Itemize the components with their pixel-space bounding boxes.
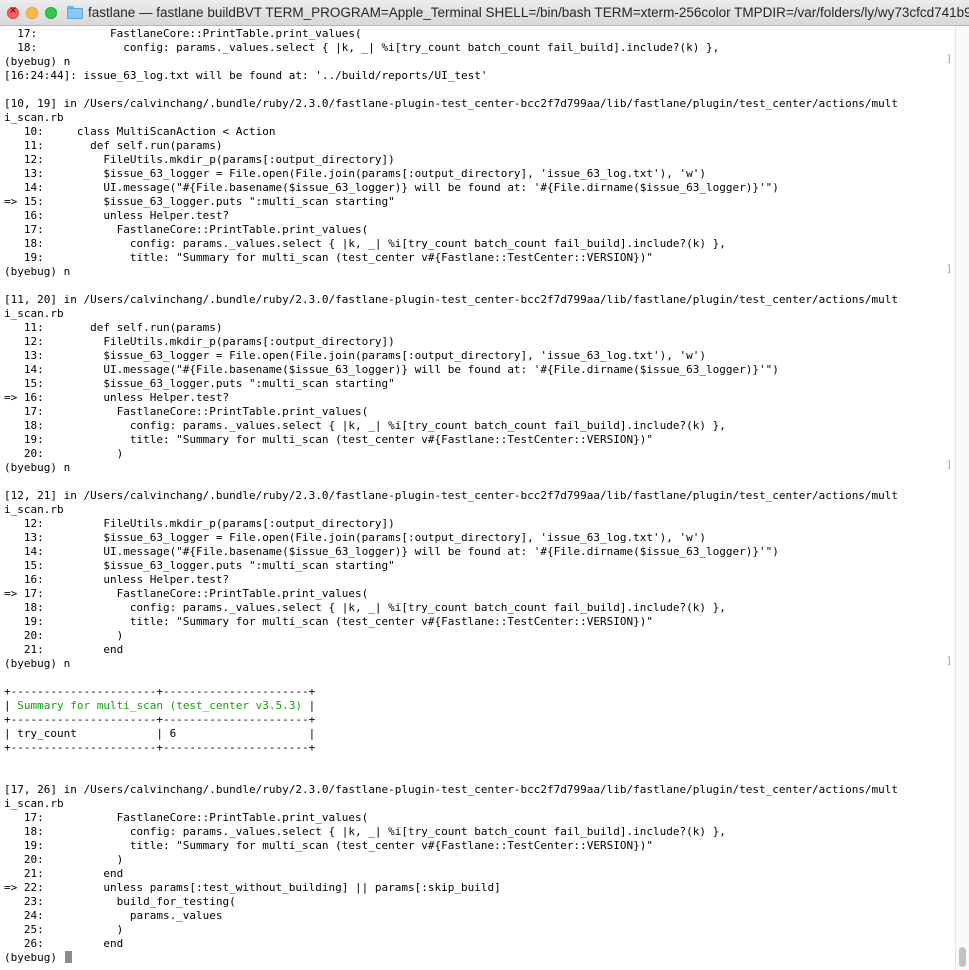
terminal-line: => 16: unless Helper.test? [4, 391, 230, 404]
terminal-line: => 17: FastlaneCore::PrintTable.print_va… [4, 587, 369, 600]
terminal-line: 19: title: "Summary for multi_scan (test… [4, 251, 654, 264]
scroll-mark-icon: ] [946, 656, 953, 667]
terminal-line: 17: FastlaneCore::PrintTable.print_value… [4, 27, 362, 40]
scroll-mark-icon: ] [946, 54, 953, 65]
terminal-line: => 22: unless params[:test_without_build… [4, 881, 501, 894]
terminal-line: 25: ) [4, 923, 124, 936]
terminal-line: 13: $issue_63_logger = File.open(File.jo… [4, 531, 706, 544]
terminal-line: 19: title: "Summary for multi_scan (test… [4, 615, 654, 628]
terminal-line: 13: $issue_63_logger = File.open(File.jo… [4, 167, 706, 180]
terminal-line: 16: unless Helper.test? [4, 209, 230, 222]
terminal-line: 12: FileUtils.mkdir_p(params[:output_dir… [4, 517, 395, 530]
terminal-line: 18: config: params._values.select { |k, … [4, 237, 726, 250]
terminal-line: 19: title: "Summary for multi_scan (test… [4, 839, 654, 852]
terminal-line: i_scan.rb [4, 111, 64, 124]
summary-title: Summary for multi_scan (test_center v3.5… [17, 699, 303, 712]
terminal-line: 11: def self.run(params) [4, 321, 223, 334]
terminal-line: [16:24:44]: issue_63_log.txt will be fou… [4, 69, 488, 82]
terminal-window: fastlane — fastlane buildBVT TERM_PROGRA… [0, 0, 969, 970]
terminal-line: i_scan.rb [4, 503, 64, 516]
terminal-line: (byebug) n [4, 265, 71, 278]
terminal-line: 26: end [4, 937, 124, 950]
terminal-line: 16: unless Helper.test? [4, 573, 230, 586]
terminal-line: 18: config: params._values.select { |k, … [4, 419, 726, 432]
terminal-line: +----------------------+----------------… [4, 741, 316, 754]
terminal-line: 10: class MultiScanAction < Action [4, 125, 276, 138]
terminal-line: 18: config: params._values.select { |k, … [4, 601, 726, 614]
terminal-line: i_scan.rb [4, 797, 64, 810]
terminal-line: 12: FileUtils.mkdir_p(params[:output_dir… [4, 335, 395, 348]
terminal-line: [11, 20] in /Users/calvinchang/.bundle/r… [4, 293, 899, 306]
terminal-line: 17: FastlaneCore::PrintTable.print_value… [4, 811, 369, 824]
terminal-line: (byebug) n [4, 55, 71, 68]
terminal-line: [12, 21] in /Users/calvinchang/.bundle/r… [4, 489, 899, 502]
terminal-line: [10, 19] in /Users/calvinchang/.bundle/r… [4, 97, 899, 110]
terminal-line: 15: $issue_63_logger.puts ":multi_scan s… [4, 377, 395, 390]
terminal-line: 21: end [4, 643, 124, 656]
terminal-output[interactable]: 17: FastlaneCore::PrintTable.print_value… [0, 26, 955, 970]
terminal-line: | Summary for multi_scan (test_center v3… [4, 699, 316, 712]
terminal-line: 24: params._values [4, 909, 223, 922]
minimize-window-button[interactable] [26, 6, 38, 19]
terminal-line: [17, 26] in /Users/calvinchang/.bundle/r… [4, 783, 899, 796]
terminal-line: 13: $issue_63_logger = File.open(File.jo… [4, 349, 706, 362]
terminal-line: 14: UI.message("#{File.basename($issue_6… [4, 545, 779, 558]
terminal-line: 14: UI.message("#{File.basename($issue_6… [4, 181, 779, 194]
window-title: fastlane — fastlane buildBVT TERM_PROGRA… [88, 5, 969, 20]
terminal-line: i_scan.rb [4, 307, 64, 320]
terminal-line: 18: config: params._values.select { |k, … [4, 41, 720, 54]
terminal-line: +----------------------+----------------… [4, 685, 316, 698]
terminal-line: +----------------------+----------------… [4, 713, 316, 726]
folder-icon [67, 6, 83, 19]
terminal-line: 18: config: params._values.select { |k, … [4, 825, 726, 838]
scrollbar-thumb[interactable] [959, 947, 966, 967]
terminal-line: 23: build_for_testing( [4, 895, 236, 908]
terminal-line: | try_count | 6 | [4, 727, 316, 740]
terminal-line: 12: FileUtils.mkdir_p(params[:output_dir… [4, 153, 395, 166]
terminal-line: (byebug) n [4, 657, 71, 670]
terminal-lines: 17: FastlaneCore::PrintTable.print_value… [4, 27, 898, 965]
terminal-line: 21: end [4, 867, 124, 880]
terminal-line: (byebug) n [4, 461, 71, 474]
terminal-line: 11: def self.run(params) [4, 139, 223, 152]
terminal-line: 20: ) [4, 447, 124, 460]
scroll-mark-icon: ] [946, 460, 953, 471]
terminal-cursor [64, 951, 72, 963]
title-bar[interactable]: fastlane — fastlane buildBVT TERM_PROGRA… [0, 0, 969, 26]
close-window-button[interactable] [7, 5, 19, 19]
terminal-line: 19: title: "Summary for multi_scan (test… [4, 433, 654, 446]
scroll-mark-icon: ] [946, 264, 953, 275]
terminal-line: 17: FastlaneCore::PrintTable.print_value… [4, 223, 369, 236]
terminal-line: 14: UI.message("#{File.basename($issue_6… [4, 363, 779, 376]
vertical-scrollbar[interactable] [955, 26, 969, 970]
window-controls [7, 5, 57, 19]
terminal-line: (byebug) [4, 951, 898, 965]
terminal-line: 20: ) [4, 629, 124, 642]
terminal-line: => 15: $issue_63_logger.puts ":multi_sca… [4, 195, 395, 208]
zoom-window-button[interactable] [45, 6, 57, 19]
terminal-line: 15: $issue_63_logger.puts ":multi_scan s… [4, 559, 395, 572]
terminal-line: 20: ) [4, 853, 124, 866]
terminal-line: 17: FastlaneCore::PrintTable.print_value… [4, 405, 369, 418]
